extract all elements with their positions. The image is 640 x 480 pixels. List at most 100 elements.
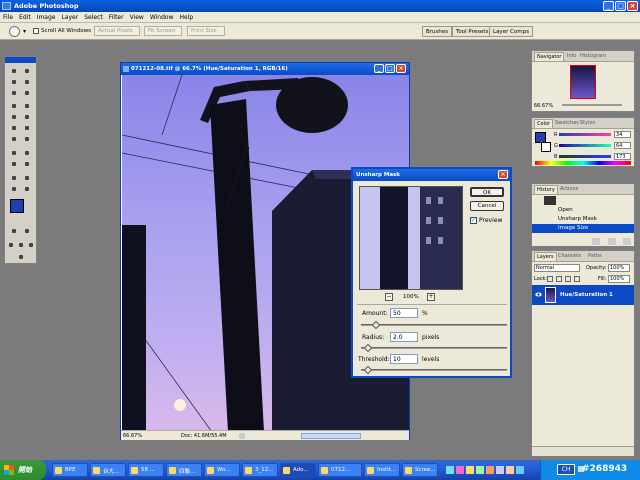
taskbar-item[interactable]: 58 ... [128,463,164,477]
doc-size-readout[interactable]: Doc: 41.6M/55.4M [181,433,227,439]
palette-well-layer-comps[interactable]: Layer Comps [489,26,534,37]
tray-app-icon[interactable] [476,466,484,474]
cancel-button[interactable]: Cancel [470,201,504,211]
radius-slider[interactable] [361,343,507,353]
tab-histogram[interactable]: Histogram [578,52,608,61]
zoom-readout[interactable]: 66.67% [123,433,142,439]
threshold-slider-thumb[interactable] [364,365,373,375]
menu-help[interactable]: Help [177,12,197,21]
taskbar-item-active[interactable]: Ado... [280,463,316,477]
close-icon[interactable]: × [627,1,638,11]
trash-icon[interactable] [623,238,631,245]
scroll-all-windows-checkbox[interactable] [33,28,39,34]
navigator-thumbnail[interactable] [570,65,596,99]
eraser-tool-icon[interactable] [10,124,18,132]
taskbar-item[interactable]: BPE [52,463,88,477]
lock-all-icon[interactable] [574,276,580,282]
language-indicator[interactable]: CH [557,464,575,475]
zoom-in-button[interactable]: + [427,293,435,301]
hand-tool-icon[interactable] [10,185,18,193]
lock-pixels-icon[interactable] [556,276,562,282]
tool-preset-arrow-icon[interactable]: ▾ [23,28,26,35]
fit-screen-button[interactable]: Fit Screen [144,26,182,36]
tray-app-icon[interactable] [466,466,474,474]
menu-edit[interactable]: Edit [16,12,34,21]
menu-filter[interactable]: Filter [106,12,127,21]
move-tool-icon[interactable] [23,67,31,75]
full-screen-icon[interactable] [27,241,35,249]
jump-to-imageready-icon[interactable] [17,253,25,261]
g-slider[interactable] [559,144,611,147]
start-button[interactable]: 開始 [0,460,46,480]
menu-layer[interactable]: Layer [58,12,81,21]
tray-app-icon[interactable] [486,466,494,474]
layer-row-selected[interactable]: Hue/Saturation 1 [532,285,634,305]
history-brush-tool-icon[interactable] [23,113,31,121]
blur-tool-icon[interactable] [10,135,18,143]
history-item[interactable]: Unsharp Mask [532,215,634,224]
print-size-button[interactable]: Print Size [187,26,225,36]
tray-app-icon[interactable] [496,466,504,474]
dodge-tool-icon[interactable] [23,135,31,143]
menu-image[interactable]: Image [34,12,59,21]
dialog-title-bar[interactable]: Unsharp Mask × [353,169,510,181]
screen-mode-icon[interactable] [7,241,15,249]
menu-file[interactable]: File [0,12,16,21]
zoom-out-button[interactable]: − [385,293,393,301]
type-tool-icon[interactable] [23,149,31,157]
marquee-tool-icon[interactable] [10,67,18,75]
history-item[interactable]: Open [532,206,634,215]
g-input[interactable]: 64 [614,142,631,149]
layer-name[interactable]: Hue/Saturation 1 [560,292,613,298]
b-slider[interactable] [559,155,611,158]
tray-app-icon[interactable] [506,466,514,474]
shape-tool-icon[interactable] [23,160,31,168]
doc-minimize-icon[interactable]: _ [374,64,384,73]
r-input[interactable]: 34 [614,131,631,138]
taskbar-item[interactable]: Scree... [402,463,438,477]
b-input[interactable]: 173 [614,153,631,160]
tab-layers[interactable]: Layers [534,252,557,261]
taskbar-item[interactable]: 台大... [90,463,126,477]
tray-app-icon[interactable] [446,466,454,474]
clone-stamp-tool-icon[interactable] [10,113,18,121]
tab-channels[interactable]: Channels [556,252,583,261]
status-menu-arrow-icon[interactable] [239,433,245,439]
preview-pane[interactable] [359,186,463,290]
history-item-selected[interactable]: Image Size [532,224,634,233]
gradient-tool-icon[interactable] [23,124,31,132]
path-selection-tool-icon[interactable] [10,149,18,157]
tab-history[interactable]: History [534,185,558,194]
threshold-input[interactable]: 10 [390,354,418,364]
palette-well-tool-presets[interactable]: Tool Presets [452,26,493,37]
radius-slider-thumb[interactable] [364,343,373,353]
zoom-tool-icon[interactable] [23,185,31,193]
preview-checkbox[interactable]: ✓ [470,217,477,224]
taskbar-item[interactable]: 3_12... [242,463,278,477]
ok-button[interactable]: OK [470,187,504,197]
history-snapshot-thumbnail[interactable] [544,196,556,205]
lock-position-icon[interactable] [565,276,571,282]
new-snapshot-icon[interactable] [608,238,616,245]
actual-pixels-button[interactable]: Actual Pixels [94,26,140,36]
quick-mask-icon[interactable] [23,227,31,235]
navigator-zoom[interactable]: 66.67% [534,103,553,109]
eye-icon[interactable] [535,291,542,298]
tray-app-icon[interactable] [516,466,524,474]
lock-transparency-icon[interactable] [547,276,553,282]
new-document-icon[interactable] [592,238,600,245]
tray-app-icon[interactable] [456,466,464,474]
blend-mode-select[interactable]: Normal [534,264,580,272]
eyedropper-tool-icon[interactable] [23,174,31,182]
minimize-icon[interactable]: _ [603,1,614,11]
tab-paths[interactable]: Paths [586,252,604,261]
maximize-icon[interactable]: □ [615,1,626,11]
menu-select[interactable]: Select [81,12,106,21]
healing-brush-tool-icon[interactable] [10,102,18,110]
notes-tool-icon[interactable] [10,174,18,182]
magic-wand-tool-icon[interactable] [23,78,31,86]
menu-view[interactable]: View [127,12,147,21]
opacity-input[interactable]: 100% [608,264,630,272]
doc-maximize-icon[interactable]: □ [385,64,395,73]
tab-navigator[interactable]: Navigator [534,52,565,61]
